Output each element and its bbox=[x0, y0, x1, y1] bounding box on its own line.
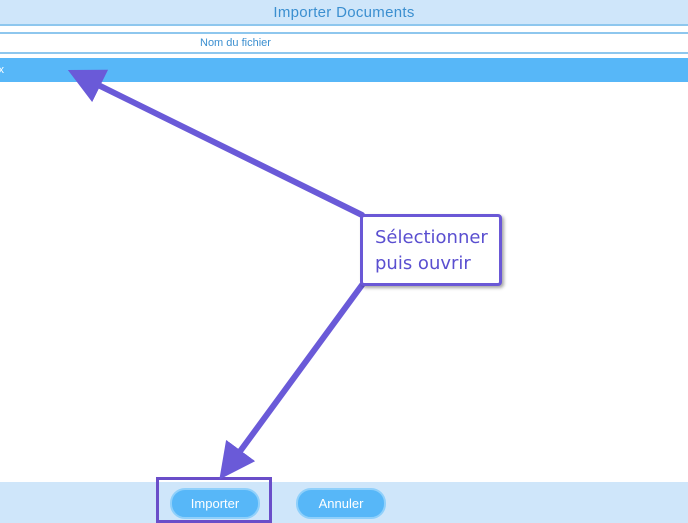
annotation-arrows bbox=[67, 69, 365, 480]
annotation-line2: puis ouvrir bbox=[375, 253, 471, 274]
arrow-to-file-row bbox=[67, 69, 365, 218]
arrow-to-import-button bbox=[219, 282, 365, 480]
annotation-line1: Sélectionner bbox=[375, 227, 488, 248]
annotation-callout: Sélectionner puis ouvrir bbox=[360, 214, 502, 286]
